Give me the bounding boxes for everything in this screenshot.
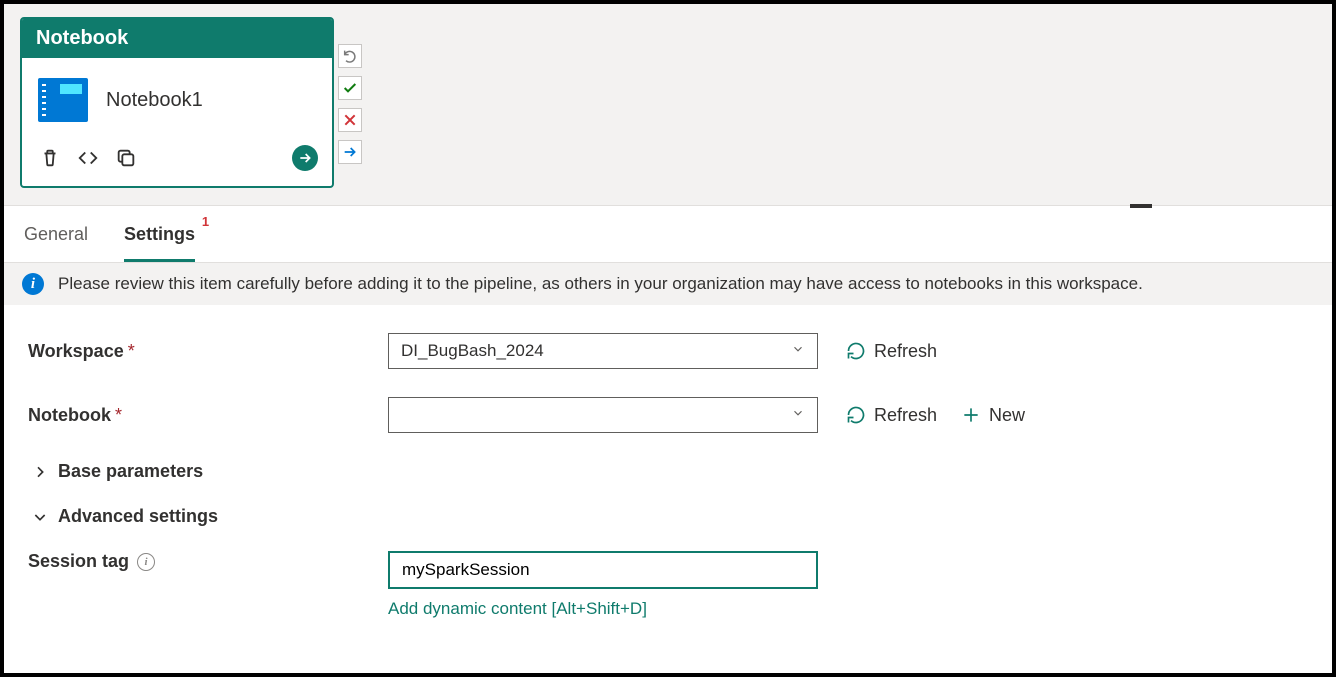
refresh-label: Refresh (874, 341, 937, 362)
notebook-icon (38, 78, 88, 122)
code-icon[interactable] (74, 144, 102, 172)
workspace-label: Workspace* (28, 341, 388, 362)
base-parameters-expander[interactable]: Base parameters (32, 461, 1308, 482)
run-arrow-icon[interactable] (292, 145, 318, 171)
delete-icon[interactable] (36, 144, 64, 172)
session-tag-row: Session tag i Add dynamic content [Alt+S… (28, 551, 1308, 619)
workspace-row: Workspace* DI_BugBash_2024 Refresh (28, 333, 1308, 369)
tab-general[interactable]: General (24, 224, 88, 262)
activity-card-notebook[interactable]: Notebook Notebook1 (20, 17, 334, 188)
workspace-value: DI_BugBash_2024 (401, 341, 544, 361)
pipeline-canvas[interactable]: Notebook Notebook1 (4, 4, 1332, 206)
info-icon: i (22, 273, 44, 295)
add-dynamic-content-link[interactable]: Add dynamic content [Alt+Shift+D] (388, 599, 818, 619)
new-label: New (989, 405, 1025, 426)
arrow-right-icon[interactable] (338, 140, 362, 164)
notebook-select[interactable] (388, 397, 818, 433)
notebook-refresh-button[interactable]: Refresh (846, 405, 937, 426)
refresh-label: Refresh (874, 405, 937, 426)
notebook-label-text: Notebook (28, 405, 111, 425)
advanced-settings-label: Advanced settings (58, 506, 218, 527)
check-icon[interactable] (338, 76, 362, 100)
activity-title: Notebook1 (106, 89, 203, 112)
session-tag-label-text: Session tag (28, 551, 129, 572)
tab-settings-label: Settings (124, 224, 195, 244)
close-x-icon[interactable] (338, 108, 362, 132)
activity-body: Notebook1 (22, 58, 332, 136)
session-tag-label: Session tag i (28, 551, 388, 572)
chevron-down-icon (791, 341, 805, 361)
tab-settings-badge: 1 (202, 214, 209, 229)
workspace-select[interactable]: DI_BugBash_2024 (388, 333, 818, 369)
notebook-label: Notebook* (28, 405, 388, 426)
notebook-new-button[interactable]: New (961, 405, 1025, 426)
chevron-down-icon (791, 405, 805, 425)
activity-footer (22, 136, 332, 186)
base-parameters-label: Base parameters (58, 461, 203, 482)
tab-settings[interactable]: Settings 1 (124, 224, 195, 262)
info-banner-text: Please review this item carefully before… (58, 274, 1143, 294)
scrollbar[interactable] (1326, 210, 1336, 677)
help-icon[interactable]: i (137, 553, 155, 571)
workspace-refresh-button[interactable]: Refresh (846, 341, 937, 362)
activity-side-actions (338, 44, 362, 164)
undo-icon[interactable] (338, 44, 362, 68)
tab-row: General Settings 1 (4, 206, 1332, 263)
copy-icon[interactable] (112, 144, 140, 172)
chevron-right-icon (32, 464, 48, 480)
settings-form: Workspace* DI_BugBash_2024 Refresh Noteb… (4, 305, 1332, 675)
notebook-row: Notebook* Refresh New (28, 397, 1308, 433)
activity-header: Notebook (22, 19, 332, 58)
workspace-label-text: Workspace (28, 341, 124, 361)
session-tag-input[interactable] (388, 551, 818, 589)
chevron-down-icon (32, 509, 48, 525)
info-banner: i Please review this item carefully befo… (4, 263, 1332, 305)
advanced-settings-expander[interactable]: Advanced settings (32, 506, 1308, 527)
